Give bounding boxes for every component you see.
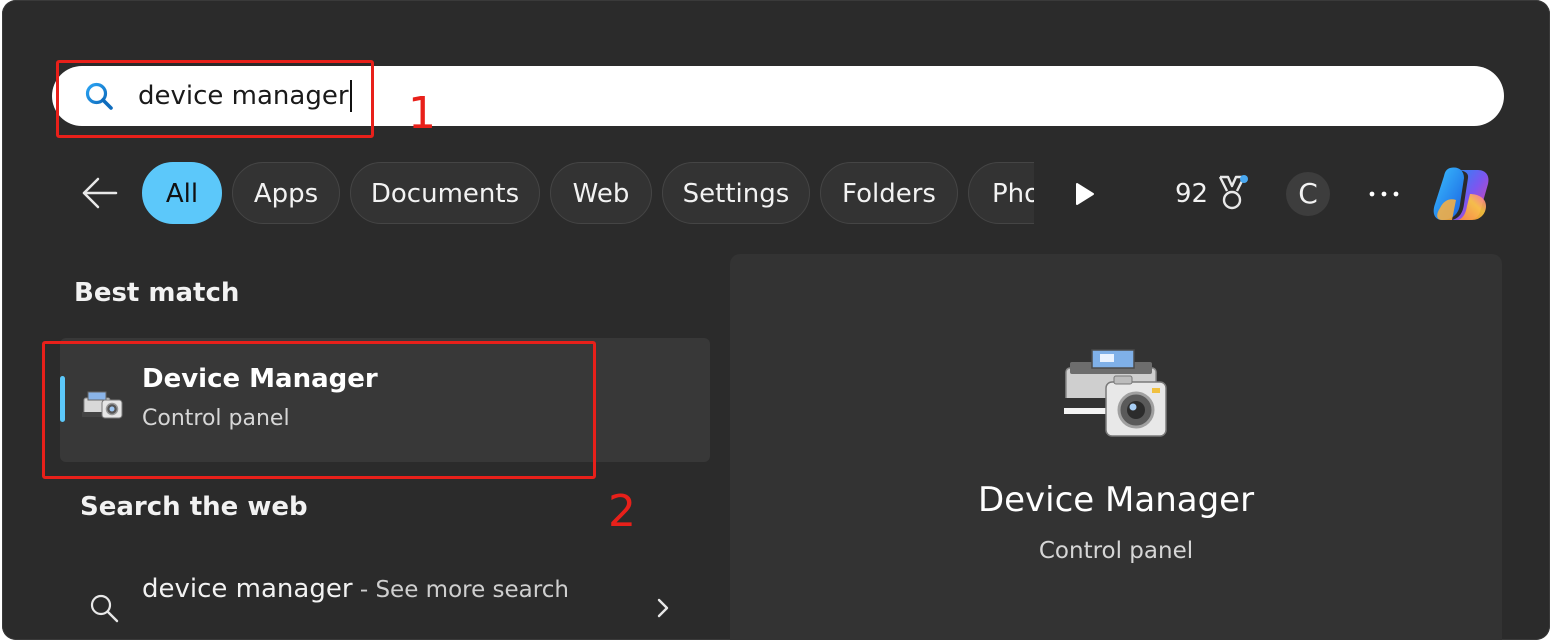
filter-chip-web[interactable]: Web: [550, 162, 652, 224]
filter-chip-folders[interactable]: Folders: [820, 162, 958, 224]
web-query: device manager: [142, 574, 353, 604]
search-query-text: device manager: [138, 81, 349, 111]
detail-preview-pane: Device Manager Control panel: [730, 254, 1502, 640]
annotation-number-2: 2: [608, 486, 636, 537]
result-subtitle: Control panel: [142, 406, 290, 431]
search-box[interactable]: device manager: [52, 66, 1504, 126]
filter-chip-settings[interactable]: Settings: [662, 162, 810, 224]
filter-chip-apps[interactable]: Apps: [232, 162, 340, 224]
device-manager-icon: [82, 391, 123, 419]
best-match-heading: Best match: [74, 278, 240, 308]
web-search-result[interactable]: device manager - See more search: [142, 574, 569, 604]
filter-bar: All Apps Documents Web Settings Folders …: [2, 162, 1550, 226]
medal-icon[interactable]: [1214, 174, 1250, 212]
scroll-filters-play-icon[interactable]: [1070, 180, 1098, 208]
text-caret: [349, 80, 352, 112]
filter-chip-photos[interactable]: Pho: [968, 162, 1034, 224]
chevron-right-icon[interactable]: [654, 596, 672, 620]
account-avatar[interactable]: C: [1286, 172, 1330, 216]
back-arrow-icon[interactable]: [80, 176, 120, 210]
annotation-number-1: 1: [408, 88, 436, 139]
search-input[interactable]: device manager: [138, 80, 352, 112]
web-search-icon: [90, 594, 119, 623]
copilot-icon[interactable]: [1430, 164, 1494, 224]
search-web-heading: Search the web: [80, 492, 308, 522]
filter-chips: All Apps Documents Web Settings Folders …: [142, 162, 1034, 226]
detail-title: Device Manager: [977, 480, 1255, 520]
rewards-points[interactable]: 92: [1175, 176, 1208, 212]
detail-subtitle: Control panel: [1038, 538, 1194, 564]
filter-chip-all[interactable]: All: [142, 162, 222, 224]
more-options-icon[interactable]: [1364, 182, 1404, 206]
selection-indicator: [60, 376, 65, 422]
start-search-panel: device manager 1 All Apps Documents Web …: [2, 0, 1550, 640]
search-icon: [85, 82, 113, 110]
web-query-suffix: - See more search: [352, 577, 569, 603]
best-match-result-device-manager[interactable]: Device Manager Control panel: [60, 338, 710, 462]
device-manager-large-icon: [1058, 349, 1167, 437]
filter-chip-documents[interactable]: Documents: [350, 162, 540, 224]
result-title: Device Manager: [142, 364, 378, 394]
